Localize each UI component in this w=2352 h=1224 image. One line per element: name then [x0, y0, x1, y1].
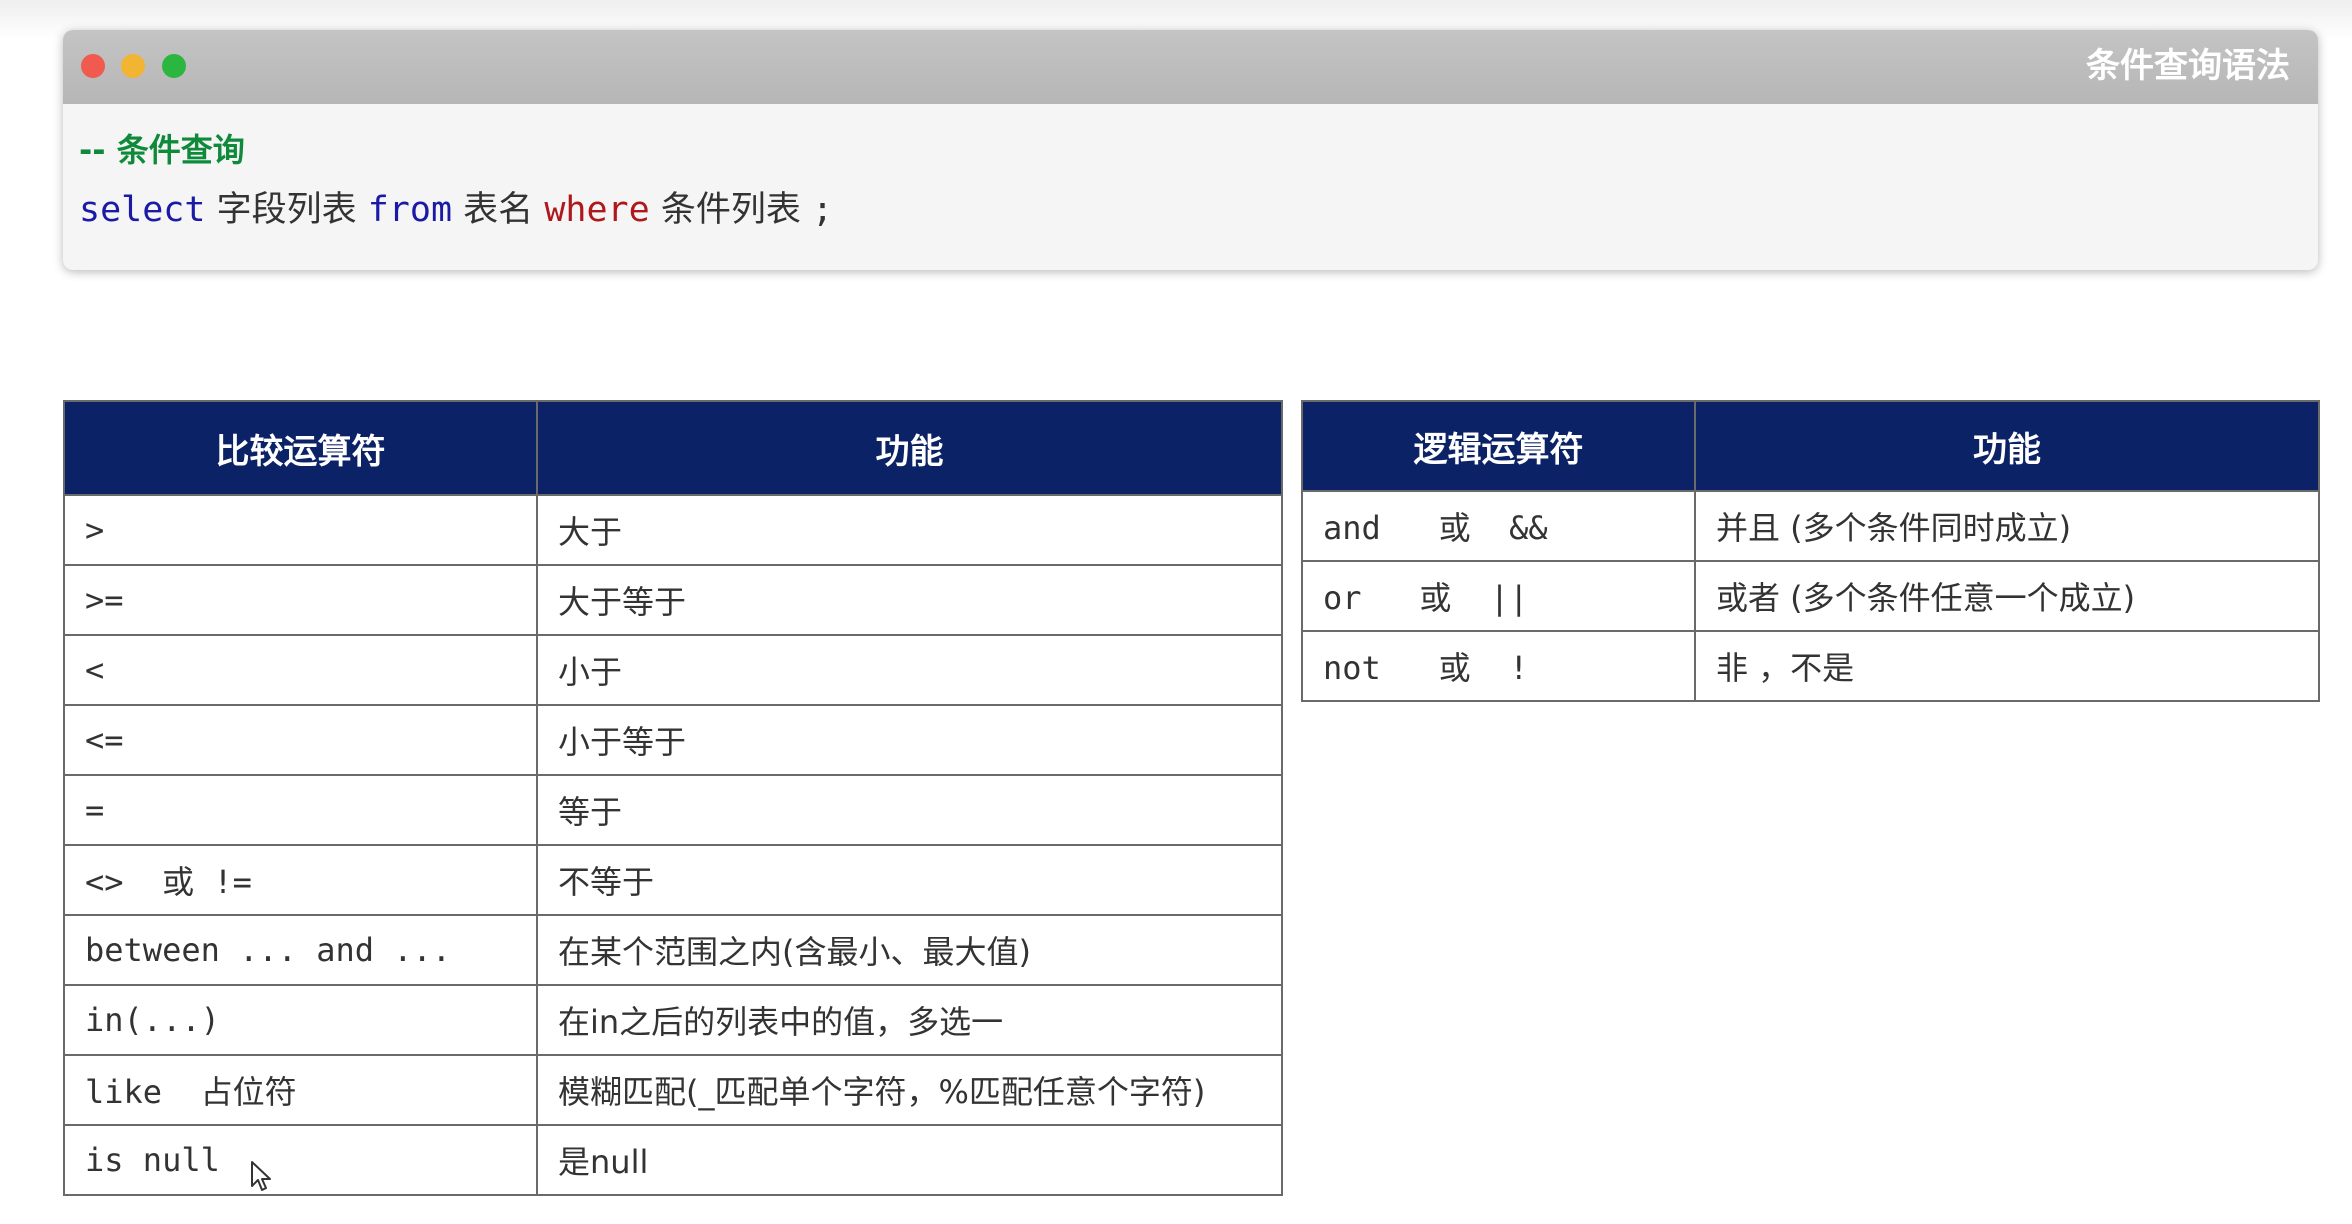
window-titlebar: 条件查询语法 — [63, 30, 2318, 104]
code-comment: -- 条件查询 — [79, 131, 245, 169]
function-cell: 小于 — [536, 634, 1283, 706]
keyword-from: from — [367, 190, 453, 230]
function-cell: 小于等于 — [536, 704, 1283, 776]
function-cell: 或者 (多个条件任意一个成立) — [1694, 560, 2320, 632]
code-window: 条件查询语法 -- 条件查询 select 字段列表 from 表名 where… — [63, 30, 2318, 270]
table-row: is null 是null — [63, 1124, 1283, 1196]
table-header-row: 比较运算符 功能 — [63, 400, 1283, 496]
table-row: <> 或 != 不等于 — [63, 844, 1283, 916]
condition-list-text: 条件列表 — [660, 190, 801, 230]
logical-operator-table: 逻辑运算符 功能 and 或 && 并且 (多个条件同时成立) or 或 || … — [1301, 400, 2320, 702]
function-cell: 是null — [536, 1124, 1283, 1196]
operator-cell: > — [63, 494, 538, 566]
table-row: between ... and ... 在某个范围之内(含最小、最大值) — [63, 914, 1283, 986]
column-header-operator: 逻辑运算符 — [1301, 400, 1696, 492]
operator-cell: >= — [63, 564, 538, 636]
column-header-function: 功能 — [1694, 400, 2320, 492]
table-row: > 大于 — [63, 494, 1283, 566]
function-cell: 不等于 — [536, 844, 1283, 916]
function-cell: 在in之后的列表中的值，多选一 — [536, 984, 1283, 1056]
column-header-function: 功能 — [536, 400, 1283, 496]
field-list-text: 字段列表 — [216, 190, 357, 230]
operator-cell: < — [63, 634, 538, 706]
comparison-operator-table: 比较运算符 功能 > 大于 >= 大于等于 < 小于 <= 小于等于 = 等于 … — [63, 400, 1283, 1196]
operator-cell: <= — [63, 704, 538, 776]
mouse-pointer-icon — [251, 1161, 271, 1191]
operator-cell: like 占位符 — [63, 1054, 538, 1126]
table-name-text: 表名 — [463, 190, 534, 230]
table-header-row: 逻辑运算符 功能 — [1301, 400, 2320, 492]
window-title: 条件查询语法 — [2086, 46, 2290, 86]
function-cell: 并且 (多个条件同时成立) — [1694, 490, 2320, 562]
table-row: >= 大于等于 — [63, 564, 1283, 636]
column-header-operator: 比较运算符 — [63, 400, 538, 496]
function-cell: 模糊匹配(_匹配单个字符，%匹配任意个字符) — [536, 1054, 1283, 1126]
function-cell: 非 ，不是 — [1694, 630, 2320, 702]
code-line: select 字段列表 from 表名 where 条件列表 ; — [79, 188, 833, 232]
function-cell: 在某个范围之内(含最小、最大值) — [536, 914, 1283, 986]
operator-cell: or 或 || — [1301, 560, 1696, 632]
function-cell: 大于 — [536, 494, 1283, 566]
close-dot-icon[interactable] — [81, 54, 105, 78]
operator-cell: between ... and ... — [63, 914, 538, 986]
table-row: or 或 || 或者 (多个条件任意一个成立) — [1301, 560, 2320, 632]
table-row: not 或 ! 非 ，不是 — [1301, 630, 2320, 702]
operator-cell: and 或 && — [1301, 490, 1696, 562]
minimize-dot-icon[interactable] — [121, 54, 145, 78]
table-row: and 或 && 并且 (多个条件同时成立) — [1301, 490, 2320, 562]
function-cell: 等于 — [536, 774, 1283, 846]
operator-cell: <> 或 != — [63, 844, 538, 916]
table-row: = 等于 — [63, 774, 1283, 846]
operator-cell: in(...) — [63, 984, 538, 1056]
code-body: -- 条件查询 select 字段列表 from 表名 where 条件列表 ; — [79, 128, 833, 232]
semicolon: ; — [811, 190, 834, 230]
operator-cell: is null — [63, 1124, 538, 1196]
maximize-dot-icon[interactable] — [162, 54, 186, 78]
table-row: like 占位符 模糊匹配(_匹配单个字符，%匹配任意个字符) — [63, 1054, 1283, 1126]
operator-cell: = — [63, 774, 538, 846]
table-row: <= 小于等于 — [63, 704, 1283, 776]
keyword-where: where — [544, 190, 650, 230]
keyword-select: select — [79, 190, 206, 230]
function-cell: 大于等于 — [536, 564, 1283, 636]
table-row: in(...) 在in之后的列表中的值，多选一 — [63, 984, 1283, 1056]
table-row: < 小于 — [63, 634, 1283, 706]
operator-cell: not 或 ! — [1301, 630, 1696, 702]
